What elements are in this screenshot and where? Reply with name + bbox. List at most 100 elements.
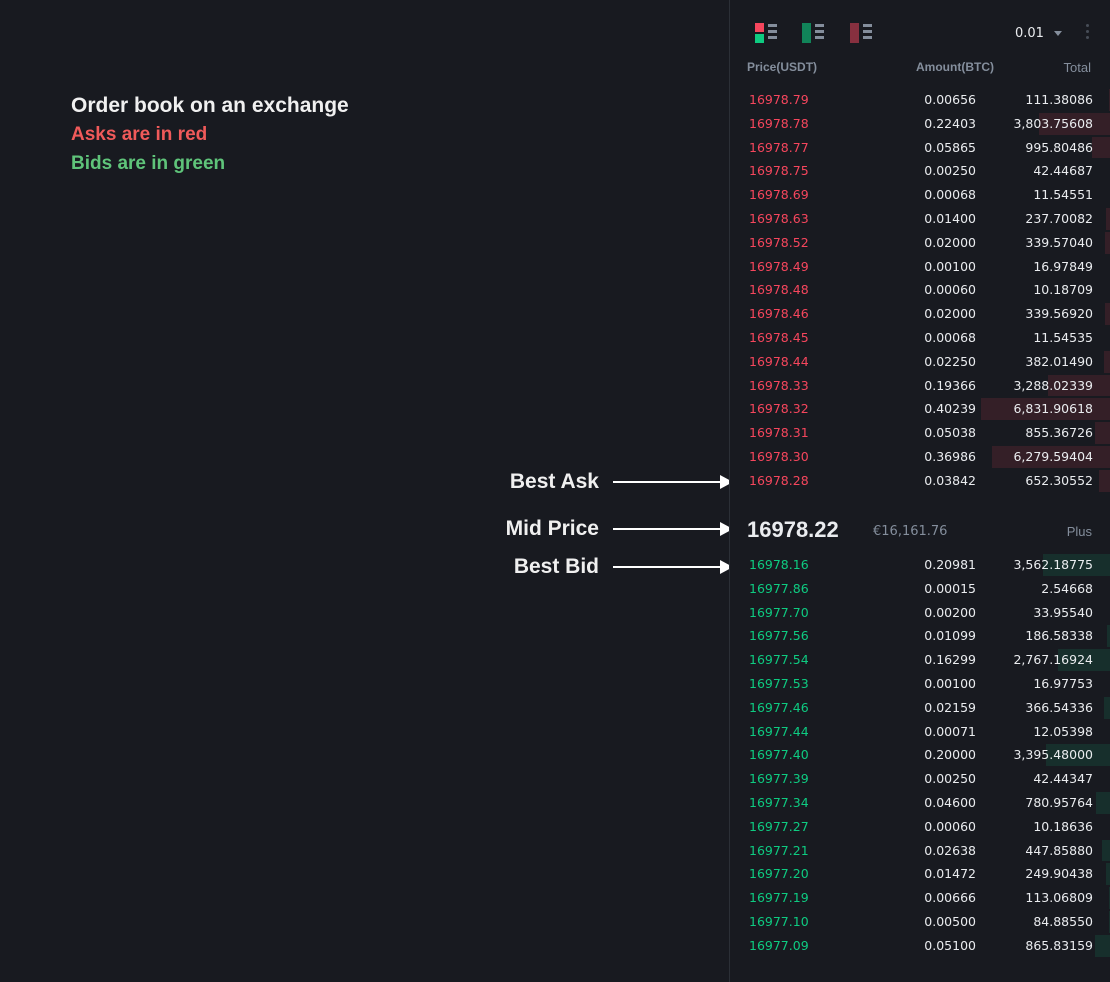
more-vertical-icon[interactable] <box>1086 24 1090 42</box>
precision-value: 0.01 <box>1015 26 1044 41</box>
bid-row[interactable]: 16977.27 0.00060 10.18636 <box>730 815 1110 839</box>
ask-amount: 0.02250 <box>924 353 976 369</box>
ask-price: 16978.31 <box>749 425 809 441</box>
ask-price: 16978.77 <box>749 139 809 155</box>
bid-total: 16.97753 <box>1033 675 1093 691</box>
bid-row[interactable]: 16977.34 0.04600 780.95764 <box>730 791 1110 815</box>
ask-total: 3,803.75608 <box>1013 115 1093 131</box>
ask-total: 855.36726 <box>1025 425 1093 441</box>
ask-row[interactable]: 16978.75 0.00250 42.44687 <box>730 159 1110 183</box>
ask-row[interactable]: 16978.77 0.05865 995.80486 <box>730 136 1110 160</box>
ask-row[interactable]: 16978.33 0.19366 3,288.02339 <box>730 374 1110 398</box>
bid-total: 3,562.18775 <box>1013 557 1093 572</box>
ask-price: 16978.46 <box>749 306 809 322</box>
ask-amount: 0.40239 <box>924 401 976 417</box>
ask-depth-bar <box>1099 469 1110 492</box>
bid-amount: 0.02638 <box>924 842 976 858</box>
ask-row[interactable]: 16978.79 0.00656 111.38086 <box>730 88 1110 112</box>
mid-price-row: 16978.22 €16,161.76 Plus <box>730 514 1110 546</box>
bid-price: 16977.46 <box>749 699 809 715</box>
bid-price: 16977.27 <box>749 818 809 834</box>
ask-price: 16978.44 <box>749 353 809 369</box>
bid-row[interactable]: 16977.21 0.02638 447.85880 <box>730 839 1110 863</box>
bid-price: 16978.16 <box>749 557 809 572</box>
mid-price-label: Mid Price <box>505 517 599 540</box>
ask-depth-bar <box>1106 207 1110 230</box>
bid-amount: 0.16299 <box>924 652 976 668</box>
bid-total: 865.83159 <box>1025 937 1093 953</box>
bid-amount: 0.00200 <box>924 604 976 620</box>
bid-total: 366.54336 <box>1025 699 1093 715</box>
ask-amount: 0.00068 <box>924 187 976 203</box>
ask-price: 16978.45 <box>749 329 809 345</box>
ask-price: 16978.52 <box>749 234 809 250</box>
order-book-toolbar: 0.01 <box>730 20 1110 48</box>
bid-amount: 0.00100 <box>924 675 976 691</box>
mid-price-arrow-icon <box>613 522 733 536</box>
bid-amount: 0.00015 <box>924 580 976 596</box>
bid-row[interactable]: 16977.56 0.01099 186.58338 <box>730 624 1110 648</box>
ask-row[interactable]: 16978.78 0.22403 3,803.75608 <box>730 112 1110 136</box>
bid-amount: 0.01472 <box>924 866 976 882</box>
ask-depth-bar <box>1105 231 1110 254</box>
order-book-both-view-icon[interactable] <box>755 23 777 43</box>
bid-price: 16977.44 <box>749 723 809 739</box>
ask-price: 16978.32 <box>749 401 809 417</box>
bid-amount: 0.02159 <box>924 699 976 715</box>
ask-depth-bar <box>1105 303 1110 325</box>
ask-row[interactable]: 16978.44 0.02250 382.01490 <box>730 350 1110 374</box>
more-link[interactable]: Plus <box>1067 524 1092 539</box>
ask-row[interactable]: 16978.31 0.05038 855.36726 <box>730 421 1110 445</box>
ask-total: 111.38086 <box>1025 92 1093 107</box>
bid-row[interactable]: 16977.70 0.00200 33.95540 <box>730 601 1110 625</box>
ask-total: 339.56920 <box>1025 306 1093 322</box>
ask-row[interactable]: 16978.52 0.02000 339.57040 <box>730 231 1110 255</box>
bid-row[interactable]: 16977.44 0.00071 12.05398 <box>730 720 1110 744</box>
ask-total: 3,288.02339 <box>1013 377 1093 393</box>
ask-row[interactable]: 16978.28 0.03842 652.30552 <box>730 469 1110 493</box>
order-book-bids-view-icon[interactable] <box>802 23 824 43</box>
ask-amount: 0.00060 <box>924 282 976 298</box>
bid-row[interactable]: 16977.40 0.20000 3,395.48000 <box>730 743 1110 767</box>
bid-row[interactable]: 16977.20 0.01472 249.90438 <box>730 862 1110 886</box>
bid-row[interactable]: 16977.53 0.00100 16.97753 <box>730 672 1110 696</box>
bid-amount: 0.01099 <box>924 628 976 644</box>
bid-amount: 0.04600 <box>924 794 976 810</box>
ask-amount: 0.36986 <box>924 448 976 464</box>
legend-asks: Asks are in red <box>71 124 208 145</box>
bid-price: 16977.21 <box>749 842 809 858</box>
bid-row[interactable]: 16977.09 0.05100 865.83159 <box>730 934 1110 958</box>
ask-row[interactable]: 16978.46 0.02000 339.56920 <box>730 302 1110 326</box>
ask-depth-bar <box>1104 350 1110 373</box>
bid-row[interactable]: 16977.19 0.00666 113.06809 <box>730 886 1110 910</box>
ask-price: 16978.49 <box>749 258 809 274</box>
mid-price-value: 16978.22 <box>747 517 839 542</box>
bid-amount: 0.20981 <box>924 557 976 572</box>
ask-row[interactable]: 16978.48 0.00060 10.18709 <box>730 278 1110 302</box>
order-book-asks-view-icon[interactable] <box>850 23 872 43</box>
ask-depth-bar <box>1095 422 1110 444</box>
ask-row[interactable]: 16978.69 0.00068 11.54551 <box>730 183 1110 207</box>
ask-row[interactable]: 16978.45 0.00068 11.54535 <box>730 326 1110 350</box>
ask-row[interactable]: 16978.32 0.40239 6,831.90618 <box>730 397 1110 421</box>
ask-total: 10.18709 <box>1033 282 1093 298</box>
bid-total: 2,767.16924 <box>1013 652 1093 668</box>
ask-row[interactable]: 16978.63 0.01400 237.70082 <box>730 207 1110 231</box>
bid-row[interactable]: 16977.10 0.00500 84.88550 <box>730 910 1110 934</box>
ask-price: 16978.69 <box>749 187 809 203</box>
precision-dropdown[interactable]: 0.01 <box>1015 26 1062 41</box>
bid-row[interactable]: 16977.46 0.02159 366.54336 <box>730 696 1110 720</box>
bid-row[interactable]: 16978.16 0.20981 3,562.18775 <box>730 553 1110 577</box>
bid-price: 16977.09 <box>749 937 809 953</box>
ask-total: 6,831.90618 <box>1013 401 1093 417</box>
ask-row[interactable]: 16978.49 0.00100 16.97849 <box>730 255 1110 279</box>
bid-row[interactable]: 16977.39 0.00250 42.44347 <box>730 767 1110 791</box>
ask-amount: 0.05865 <box>924 139 976 155</box>
bid-price: 16977.53 <box>749 675 809 691</box>
ask-amount: 0.02000 <box>924 306 976 322</box>
ask-row[interactable]: 16978.30 0.36986 6,279.59404 <box>730 445 1110 469</box>
best-bid-label: Best Bid <box>513 555 599 578</box>
bid-amount: 0.00071 <box>924 723 976 739</box>
bid-row[interactable]: 16977.54 0.16299 2,767.16924 <box>730 648 1110 672</box>
bid-row[interactable]: 16977.86 0.00015 2.54668 <box>730 577 1110 601</box>
